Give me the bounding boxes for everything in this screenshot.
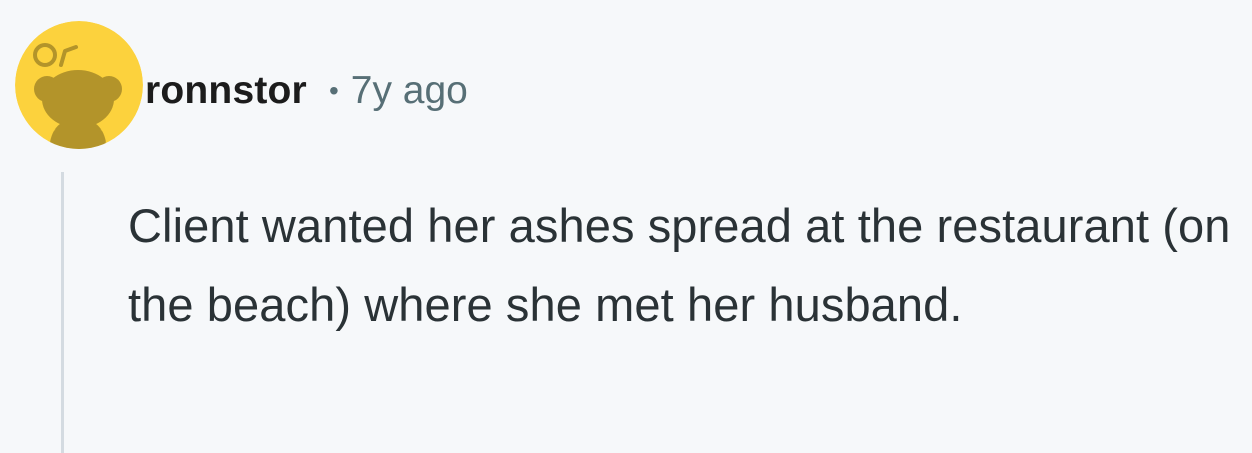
timestamp-link[interactable]: 7y ago [351,69,468,113]
comment-body: Client wanted her ashes spread at the re… [128,199,1231,331]
thread-collapse-line[interactable] [61,172,64,453]
username-link[interactable]: ronnstor [145,69,307,113]
snoo-avatar-icon [15,21,143,149]
comment-meta: ronnstor • 7y ago [145,66,468,116]
user-avatar[interactable] [15,21,143,149]
comment: ronnstor • 7y ago Client wanted her ashe… [0,0,1252,453]
meta-separator: • [328,75,339,106]
